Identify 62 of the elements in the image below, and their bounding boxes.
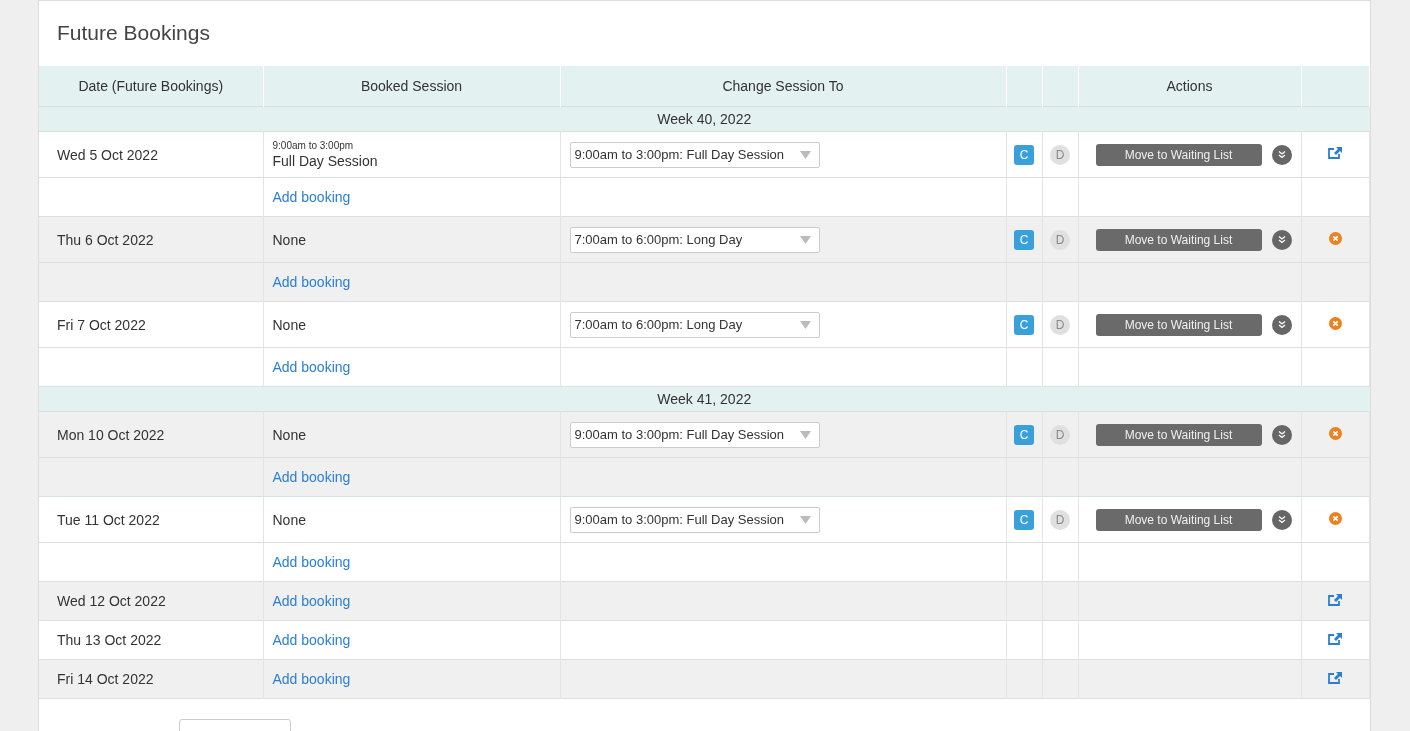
c-button[interactable]: C (1014, 509, 1034, 530)
date-cell: Fri 14 Oct 2022 (39, 659, 263, 699)
panel-title: Future Bookings (56, 20, 211, 46)
c-button[interactable]: C (1014, 424, 1034, 445)
caret-icon (799, 430, 811, 439)
waiting-list-button[interactable]: Move to Waiting List (1095, 143, 1262, 166)
caret-icon (799, 150, 811, 159)
c-button[interactable]: C (1014, 144, 1034, 165)
remove-icon[interactable] (1328, 231, 1342, 245)
date-cell: Thu 6 Oct 2022 (39, 216, 263, 263)
session-select[interactable]: 9:00am to 3:00pm: Full Day Session (569, 506, 820, 533)
session-name: None (272, 231, 307, 248)
session-name: None (272, 316, 307, 333)
session-select[interactable]: 9:00am to 3:00pm: Full Day Session (569, 421, 820, 448)
column-header: Date (Future Bookings) (39, 66, 263, 107)
external-link-icon[interactable] (1327, 670, 1343, 685)
expand-icon[interactable] (1271, 229, 1292, 250)
waiting-list-button[interactable]: Move to Waiting List (1095, 313, 1262, 336)
c-button[interactable]: C (1014, 229, 1034, 250)
add-booking-link[interactable]: Add booking (272, 671, 351, 687)
waiting-list-button[interactable]: Move to Waiting List (1095, 508, 1262, 531)
date-cell: Fri 7 Oct 2022 (39, 301, 263, 348)
remove-icon[interactable] (1328, 511, 1342, 525)
date-cell: Tue 11 Oct 2022 (39, 496, 263, 543)
week-heading: Week 41, 2022 (39, 386, 1370, 412)
date-cell: Wed 12 Oct 2022 (39, 581, 263, 621)
remove-icon[interactable] (1328, 316, 1342, 330)
external-link-icon[interactable] (1327, 592, 1343, 607)
external-link-icon[interactable] (1327, 631, 1343, 646)
session-select[interactable]: 7:00am to 6:00pm: Long Day (569, 311, 820, 338)
expand-icon[interactable] (1271, 144, 1292, 165)
expand-icon[interactable] (1271, 424, 1292, 445)
remove-icon[interactable] (1328, 426, 1342, 440)
date-cell: Thu 13 Oct 2022 (39, 620, 263, 660)
add-booking-link[interactable]: Add booking (272, 189, 351, 205)
session-time: 9:00am to 3:00pm (272, 140, 355, 151)
session-select[interactable]: 7:00am to 6:00pm: Long Day (569, 226, 820, 253)
add-booking-link[interactable]: Add booking (272, 554, 351, 570)
session-select[interactable]: 9:00am to 3:00pm: Full Day Session (569, 141, 820, 168)
caret-icon (799, 515, 811, 524)
date-cell: Wed 5 Oct 2022 (39, 131, 263, 178)
expand-icon[interactable] (1271, 509, 1292, 530)
waiting-list-button[interactable]: Move to Waiting List (1095, 423, 1262, 446)
column-header: Booked Session (263, 66, 560, 107)
session-name: Full Day Session (272, 153, 379, 169)
column-header: Change Session To (560, 66, 1006, 107)
waiting-list-button[interactable]: Move to Waiting List (1095, 228, 1262, 251)
caret-icon (799, 320, 811, 329)
add-booking-link[interactable]: Add booking (272, 359, 351, 375)
c-button[interactable]: C (1014, 314, 1034, 335)
date-cell: Mon 10 Oct 2022 (39, 411, 263, 458)
caret-icon (799, 235, 811, 244)
column-header: Actions (1078, 66, 1301, 107)
week-heading: Week 40, 2022 (39, 106, 1370, 132)
expand-icon[interactable] (1271, 314, 1292, 335)
add-booking-link[interactable]: Add booking (272, 632, 351, 648)
add-booking-link[interactable]: Add booking (272, 469, 351, 485)
session-name: None (272, 511, 307, 528)
session-name: None (272, 426, 307, 443)
add-booking-link[interactable]: Add booking (272, 274, 351, 290)
add-booking-link[interactable]: Add booking (272, 593, 351, 609)
external-link-icon[interactable] (1327, 146, 1343, 160)
